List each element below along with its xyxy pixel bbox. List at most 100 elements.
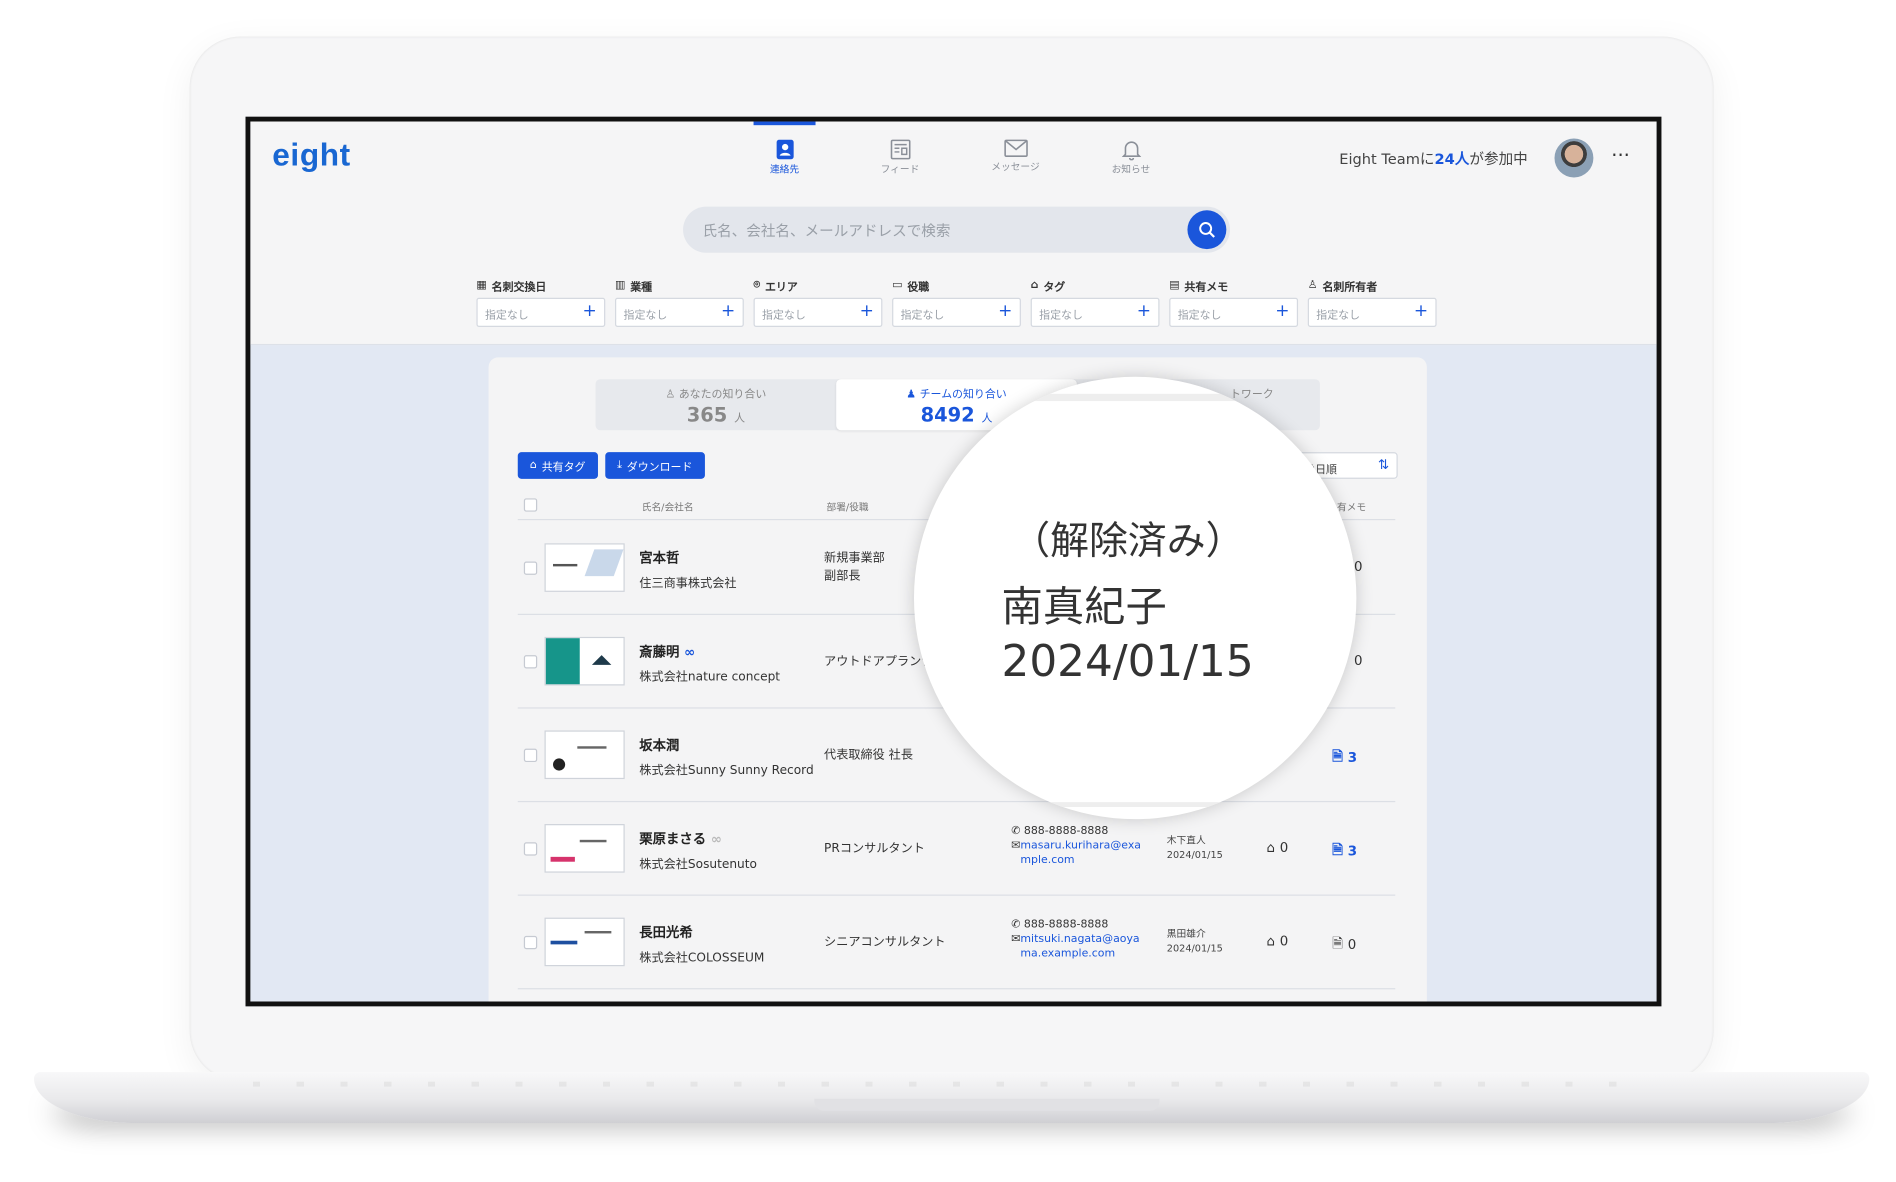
magnified-owner: 南真紀子 <box>1001 583 1167 633</box>
search-bar[interactable]: 氏名、会社名、メールアドレスで検索 <box>683 206 1230 253</box>
contact-name[interactable]: 長田光希 <box>639 922 692 941</box>
magnified-status: （解除済み） <box>1011 517 1245 564</box>
calendar-icon: ▦ <box>476 279 487 292</box>
memo-count[interactable]: 🗎 3 <box>1332 746 1357 769</box>
contact-dept: 代表取締役 社長 <box>824 748 913 763</box>
plus-icon[interactable]: + <box>1275 301 1289 320</box>
contact-dept: PRコンサルタント <box>824 842 925 856</box>
tab-unit: 人 <box>734 413 746 426</box>
memo-count: 0 <box>1353 559 1363 575</box>
select-all-checkbox[interactable] <box>523 498 538 512</box>
contact-name[interactable]: 斎藤明 ∞ <box>639 642 695 661</box>
contact-name[interactable]: 宮本哲 <box>639 548 679 567</box>
team-prefix: Eight Teamに <box>1339 150 1435 168</box>
memo-icon: ▤ <box>1169 279 1180 292</box>
filter-label: 名刺交換日 <box>491 281 547 294</box>
email-link[interactable]: mitsuki.nagata@aoyama.example.com <box>1020 932 1146 961</box>
filter-select[interactable]: 指定なし + <box>614 297 744 327</box>
nav-feed[interactable]: フィード <box>842 122 957 183</box>
person-icon: ♙ <box>665 388 679 402</box>
filter-bar: ▦ 名刺交換日 指定なし + ▥ 業種 指定なし + ⌾ エリア 指定なし + ▭ 役職 指定… <box>476 277 1437 327</box>
tab-unit: 人 <box>981 413 993 426</box>
row-checkbox[interactable] <box>523 748 538 763</box>
filter-select[interactable]: 指定なし + <box>892 297 1021 327</box>
briefcase-icon: ▭ <box>892 279 903 292</box>
team-status: Eight Teamに24人が参加中 <box>1339 148 1528 169</box>
plus-icon[interactable]: + <box>860 301 874 320</box>
search-input[interactable]: 氏名、会社名、メールアドレスで検索 <box>703 220 951 241</box>
team-count[interactable]: 24人 <box>1435 151 1470 168</box>
column-dept: 部署/役職 <box>826 501 869 513</box>
contact-dept: アウトドアプランナ <box>824 655 934 669</box>
filter-select[interactable]: 指定なし + <box>1030 297 1160 327</box>
laptop-mockup: eight 連絡先 フィード メッセージ お知らせ Eight Teamに24人… <box>0 0 1896 1182</box>
row-checkbox[interactable] <box>523 935 538 950</box>
filter-select[interactable]: 指定なし + <box>1169 297 1299 327</box>
nav-messages[interactable]: メッセージ <box>958 122 1073 183</box>
more-menu-icon[interactable]: ··· <box>1611 143 1630 166</box>
nav-notifications[interactable]: お知らせ <box>1073 122 1188 183</box>
filter-owner: ♙ 名刺所有者 指定なし + <box>1307 277 1437 327</box>
email-link[interactable]: masaru.kurihara@example.com <box>1020 839 1146 868</box>
plus-icon[interactable]: + <box>998 301 1012 320</box>
filter-area: ⌾ エリア 指定なし + <box>753 277 883 327</box>
tag-count[interactable]: ⌂ 0 <box>1266 840 1288 856</box>
shared-tag-button[interactable]: ⌂ 共有タグ <box>517 452 598 479</box>
nav-label: 連絡先 <box>769 164 800 176</box>
contact-name[interactable]: 栗原まさる ∞ <box>639 829 722 848</box>
search-button[interactable] <box>1187 210 1227 250</box>
filter-label: エリア <box>764 281 798 294</box>
card-owner: 黒田雄介 2024/01/15 <box>1166 928 1223 955</box>
plus-icon[interactable]: + <box>1414 301 1428 320</box>
row-checkbox[interactable] <box>523 655 538 669</box>
plus-icon[interactable]: + <box>1137 301 1151 320</box>
row-checkbox[interactable] <box>523 842 538 856</box>
business-card-thumbnail[interactable] <box>544 917 625 967</box>
magnified-date: 2024/01/15 <box>1001 636 1254 687</box>
filter-select[interactable]: 指定なし + <box>476 297 606 327</box>
filter-value: 指定なし <box>762 309 806 323</box>
contact-company: 株式会社nature concept <box>639 670 781 685</box>
filter-exchange-date: ▦ 名刺交換日 指定なし + <box>476 277 606 327</box>
memo-count[interactable]: 🗎 0 <box>1332 933 1356 956</box>
nav-label: お知らせ <box>1111 164 1151 176</box>
magnifier-callout: （解除済み） 南真紀子 2024/01/15 <box>913 376 1357 820</box>
tag-count[interactable]: ⌂ 0 <box>1266 933 1288 949</box>
business-card-thumbnail[interactable] <box>544 730 625 780</box>
business-card-thumbnail[interactable] <box>544 824 625 873</box>
row-checkbox[interactable] <box>523 561 538 575</box>
memo-count[interactable]: 🗎 3 <box>1332 840 1357 863</box>
memo-count: 0 <box>1353 652 1363 669</box>
table-row[interactable]: 長田光希 株式会社COLOSSEUM シニアコンサルタント ✆ 888-8888… <box>517 896 1396 990</box>
filter-tag: ⌂ タグ 指定なし + <box>1030 277 1160 327</box>
card-owner: 木下直人 2024/01/15 <box>1166 834 1223 861</box>
business-card-thumbnail[interactable] <box>544 636 625 686</box>
contacts-icon <box>776 139 794 160</box>
app-header: eight 連絡先 フィード メッセージ お知らせ Eight Teamに24人… <box>250 121 1657 346</box>
tab-count: 365 <box>686 403 728 427</box>
contact-name[interactable]: 坂本潤 <box>639 735 679 754</box>
mail-icon <box>1003 139 1028 157</box>
eight-logo[interactable]: eight <box>272 136 351 174</box>
business-card-thumbnail[interactable] <box>544 543 625 592</box>
table-row[interactable]: 栗原まさる ∞ 株式会社Sosutenuto PRコンサルタント ✆ 888-8… <box>517 802 1396 896</box>
contact-company: 株式会社Sosutenuto <box>639 858 757 872</box>
tab-label: あなたの知り合い <box>678 388 767 402</box>
tab-your-contacts[interactable]: ♙ あなたの知り合い 365 人 <box>596 379 837 430</box>
search-icon <box>1199 222 1215 238</box>
building-icon: ▥ <box>614 279 626 292</box>
download-button[interactable]: ⤓ ダウンロード <box>604 452 705 479</box>
nav-contacts[interactable]: 連絡先 <box>727 121 842 183</box>
plus-icon[interactable]: + <box>582 301 596 320</box>
button-label: ダウンロード <box>626 461 693 474</box>
filter-shared-memo: ▤ 共有メモ 指定なし + <box>1169 277 1299 327</box>
contact-dept: シニアコンサルタント <box>824 935 946 950</box>
filter-select[interactable]: 指定なし + <box>1307 297 1437 327</box>
column-memo: 有メモ <box>1336 501 1367 513</box>
nav-label: フィード <box>880 164 920 176</box>
filter-value: 指定なし <box>484 309 529 323</box>
avatar[interactable] <box>1554 138 1594 178</box>
plus-icon[interactable]: + <box>721 301 735 320</box>
filter-select[interactable]: 指定なし + <box>753 297 883 327</box>
phone-icon: ✆ <box>1011 825 1024 838</box>
